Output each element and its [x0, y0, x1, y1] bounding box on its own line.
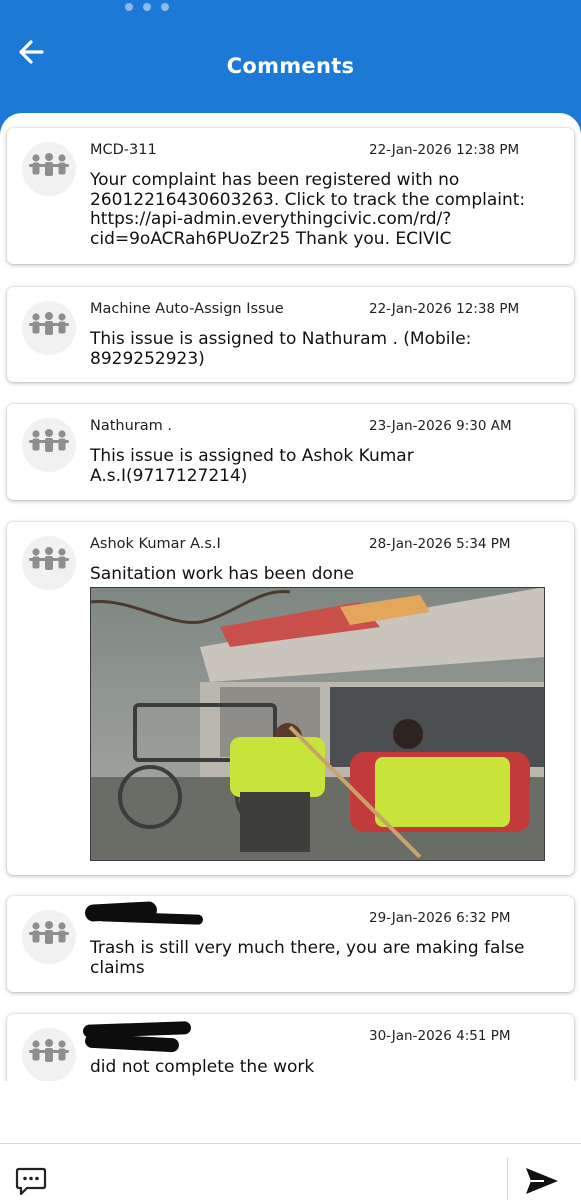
footer-divider [0, 1143, 581, 1144]
comment-card: 29-Jan-2026 6:32 PM Trash is still very … [7, 896, 574, 992]
comment-author: Nathuram . [90, 418, 172, 434]
footer-separator [507, 1158, 508, 1200]
comment-photo[interactable] [90, 587, 545, 861]
group-avatar-icon [29, 153, 69, 176]
comment-author: Machine Auto-Assign Issue [90, 301, 284, 317]
comment-text: Trash is still very much there, you are … [90, 938, 525, 978]
redaction-mark [84, 1033, 180, 1053]
avatar [22, 910, 76, 964]
comment-card: Machine Auto-Assign Issue 22-Jan-2026 12… [7, 287, 574, 382]
avatar [22, 142, 76, 196]
comment-author: Ashok Kumar A.s.I [90, 536, 221, 552]
comment-timestamp: 28-Jan-2026 5:34 PM [369, 536, 511, 552]
comment-timestamp: 23-Jan-2026 9:30 AM [369, 418, 512, 434]
comment-text: did not complete the work [90, 1057, 315, 1077]
comment-author: MCD-311 [90, 142, 157, 158]
chat-bubble-icon [15, 1167, 47, 1196]
send-icon [526, 1168, 558, 1194]
group-avatar-icon [29, 429, 69, 452]
list-fade [0, 1081, 581, 1088]
group-avatar-icon [29, 921, 69, 944]
group-avatar-icon [29, 1039, 69, 1062]
comment-card: MCD-311 22-Jan-2026 12:38 PM Your compla… [7, 128, 574, 264]
avatar [22, 418, 76, 472]
comment-text: This issue is assigned to Ashok Kumar A.… [90, 446, 414, 486]
avatar [22, 301, 76, 355]
redaction-mark [96, 911, 204, 925]
comments-list[interactable]: MCD-311 22-Jan-2026 12:38 PM Your compla… [0, 113, 581, 1088]
comment-text: Your complaint has been registered with … [90, 170, 526, 249]
comment-text: Sanitation work has been done [90, 564, 355, 584]
comment-timestamp: 22-Jan-2026 12:38 PM [369, 142, 520, 158]
send-button[interactable] [524, 1166, 560, 1196]
status-bar-icons [125, 0, 185, 11]
page-title: Comments [226, 54, 355, 78]
chat-button[interactable] [14, 1165, 48, 1197]
group-avatar-icon [29, 312, 69, 335]
comment-card: 30-Jan-2026 4:51 PM did not complete the… [7, 1014, 574, 1088]
comment-timestamp: 22-Jan-2026 12:38 PM [369, 301, 520, 317]
comment-card: Nathuram . 23-Jan-2026 9:30 AM This issu… [7, 404, 574, 500]
avatar [22, 1028, 76, 1082]
comment-timestamp: 29-Jan-2026 6:32 PM [369, 910, 511, 926]
avatar [22, 536, 76, 590]
comment-timestamp: 30-Jan-2026 4:51 PM [369, 1028, 511, 1044]
comment-card: Ashok Kumar A.s.I 28-Jan-2026 5:34 PM Sa… [7, 522, 574, 875]
group-avatar-icon [29, 547, 69, 570]
comment-text: This issue is assigned to Nathuram . (Mo… [90, 329, 472, 369]
sanitation-workers-photo [90, 587, 545, 861]
